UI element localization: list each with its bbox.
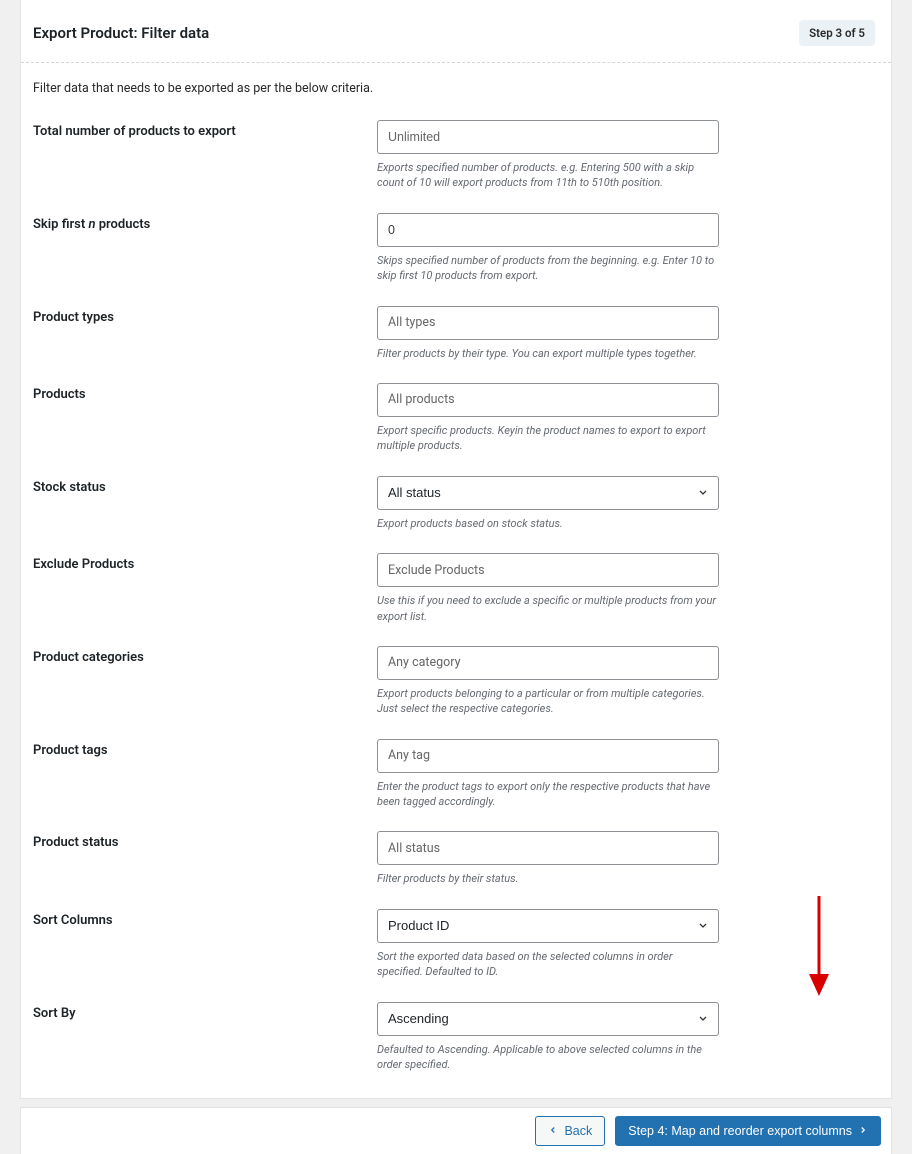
- row-skip: Skip first n products Skips specified nu…: [33, 201, 879, 294]
- desc-status: Filter products by their status.: [377, 871, 719, 886]
- desc-total: Exports specified number of products. e.…: [377, 160, 719, 191]
- label-categories: Product categories: [33, 646, 377, 665]
- sort-columns-select[interactable]: Product ID: [377, 909, 719, 943]
- footer-bar: Back Step 4: Map and reorder export colu…: [20, 1107, 892, 1154]
- desc-tags: Enter the product tags to export only th…: [377, 779, 719, 810]
- label-exclude: Exclude Products: [33, 553, 377, 572]
- label-sort-columns: Sort Columns: [33, 909, 377, 928]
- row-sort-by: Sort By Ascending Defaulted to Ascending…: [33, 990, 879, 1083]
- categories-select[interactable]: Any category: [377, 646, 719, 680]
- row-exclude: Exclude Products Exclude Products Use th…: [33, 541, 879, 634]
- row-products: Products All products Export specific pr…: [33, 371, 879, 464]
- types-select[interactable]: All types: [377, 306, 719, 340]
- desc-sort-by: Defaulted to Ascending. Applicable to ab…: [377, 1042, 719, 1073]
- desc-categories: Export products belonging to a particula…: [377, 686, 719, 717]
- desc-skip: Skips specified number of products from …: [377, 253, 719, 284]
- next-button-label: Step 4: Map and reorder export columns: [628, 1124, 852, 1138]
- label-sort-by: Sort By: [33, 1002, 377, 1021]
- label-products: Products: [33, 383, 377, 402]
- exclude-select[interactable]: Exclude Products: [377, 553, 719, 587]
- label-tags: Product tags: [33, 739, 377, 758]
- row-status: Product status All status Filter product…: [33, 819, 879, 896]
- label-total: Total number of products to export: [33, 120, 377, 139]
- desc-products: Export specific products. Keyin the prod…: [377, 423, 719, 454]
- products-select[interactable]: All products: [377, 383, 719, 417]
- back-button-label: Back: [564, 1124, 592, 1138]
- label-stock: Stock status: [33, 476, 377, 495]
- status-select[interactable]: All status: [377, 831, 719, 865]
- row-sort-columns: Sort Columns Product ID Sort the exporte…: [33, 897, 879, 990]
- sort-by-select[interactable]: Ascending: [377, 1002, 719, 1036]
- total-input[interactable]: [377, 120, 719, 154]
- filter-panel: Export Product: Filter data Step 3 of 5 …: [20, 0, 892, 1099]
- desc-exclude: Use this if you need to exclude a specif…: [377, 593, 719, 624]
- skip-input[interactable]: [377, 213, 719, 247]
- row-types: Product types All types Filter products …: [33, 294, 879, 371]
- label-status: Product status: [33, 831, 377, 850]
- step-badge: Step 3 of 5: [799, 20, 875, 46]
- row-categories: Product categories Any category Export p…: [33, 634, 879, 727]
- panel-header: Export Product: Filter data Step 3 of 5: [21, 0, 891, 63]
- label-skip: Skip first n products: [33, 213, 377, 232]
- desc-types: Filter products by their type. You can e…: [377, 346, 719, 361]
- label-types: Product types: [33, 306, 377, 325]
- page-title: Export Product: Filter data: [33, 24, 209, 42]
- chevron-left-icon: [548, 1124, 558, 1138]
- desc-sort-columns: Sort the exported data based on the sele…: [377, 949, 719, 980]
- desc-stock: Export products based on stock status.: [377, 516, 719, 531]
- next-step-button[interactable]: Step 4: Map and reorder export columns: [615, 1116, 881, 1146]
- tags-select[interactable]: Any tag: [377, 739, 719, 773]
- row-total: Total number of products to export Expor…: [33, 108, 879, 201]
- row-stock: Stock status All status Export products …: [33, 464, 879, 541]
- intro-text: Filter data that needs to be exported as…: [21, 63, 891, 102]
- back-button[interactable]: Back: [535, 1116, 605, 1146]
- stock-status-select[interactable]: All status: [377, 476, 719, 510]
- chevron-right-icon: [858, 1124, 868, 1138]
- row-tags: Product tags Any tag Enter the product t…: [33, 727, 879, 820]
